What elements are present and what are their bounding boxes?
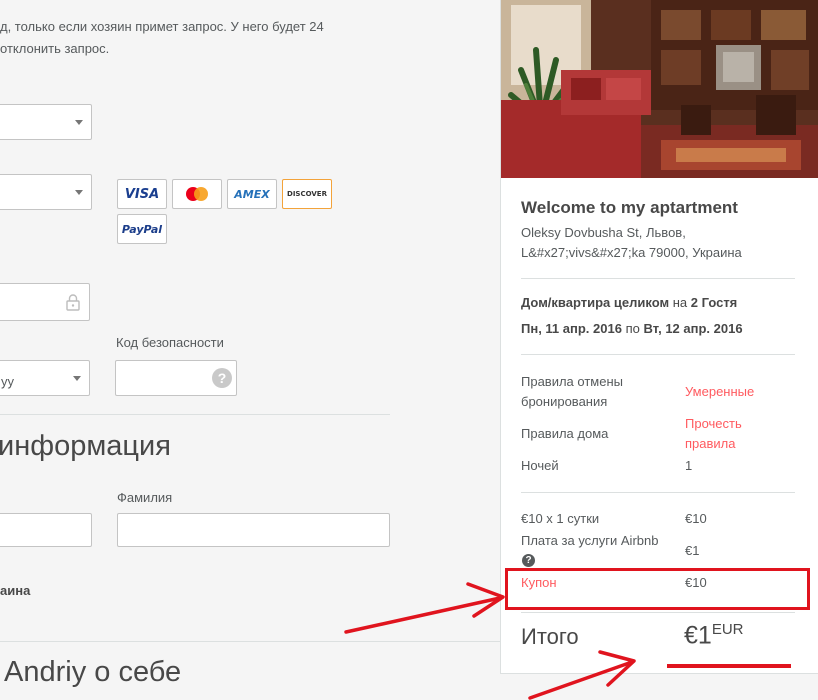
arrow-to-total [528, 660, 634, 700]
annotation-arrows [344, 582, 636, 700]
